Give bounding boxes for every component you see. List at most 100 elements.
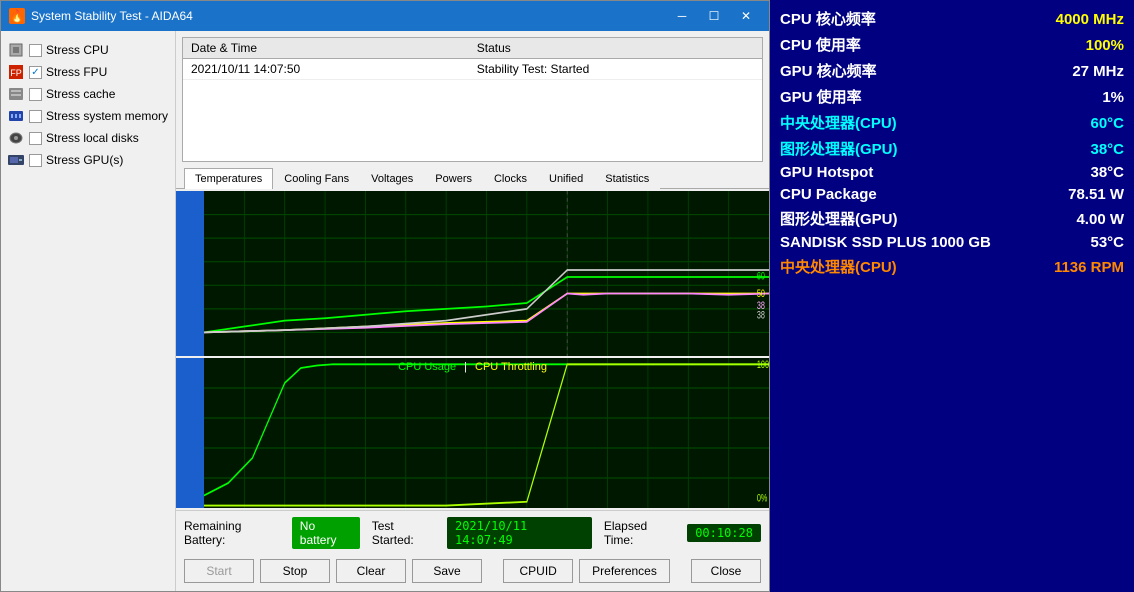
title-bar: 🔥 System Stability Test - AIDA64 ─ ☐ ✕ [1,1,769,31]
close-button[interactable]: Close [691,559,761,583]
stress-cache-checkbox[interactable] [29,88,42,101]
cpu-icon [7,41,25,59]
disk-icon [7,129,25,147]
title-bar-left: 🔥 System Stability Test - AIDA64 [9,8,193,24]
stat-row-3: GPU 使用率 1% [780,84,1124,109]
stat-label-8: 图形处理器(GPU) [780,208,898,229]
svg-text:100%: 100% [757,358,769,371]
test-started-label: Test Started: [372,519,435,547]
tab-powers[interactable]: Powers [424,168,483,189]
col-status: Status [469,38,762,59]
stat-row-7: CPU Package 78.51 W [780,184,1124,205]
stress-fpu-checkbox[interactable] [29,66,42,79]
stress-fpu-label: Stress FPU [46,65,107,79]
stat-label-5: 图形处理器(GPU) [780,138,898,159]
stat-value-4: 60°C [1090,115,1124,132]
status-bar: Remaining Battery: No battery Test Start… [176,510,769,555]
elapsed-label: Elapsed Time: [604,519,675,547]
stress-memory-item: Stress system memory [5,105,171,127]
battery-label: Remaining Battery: [184,519,280,547]
stat-row-6: GPU Hotspot 38°C [780,162,1124,183]
svg-text:38: 38 [757,309,765,321]
app-icon: 🔥 [9,8,25,24]
stop-button[interactable]: Stop [260,559,330,583]
tab-cooling-fans[interactable]: Cooling Fans [273,168,360,189]
elapsed-value: 00:10:28 [687,524,761,542]
stress-disk-checkbox[interactable] [29,132,42,145]
tab-unified[interactable]: Unified [538,168,594,189]
stat-label-4: 中央处理器(CPU) [780,112,897,133]
minimize-button[interactable]: ─ [667,6,697,26]
stress-cpu-label: Stress CPU [46,43,109,57]
stress-memory-checkbox[interactable] [29,110,42,123]
stat-value-10: 1136 RPM [1054,259,1124,276]
window-controls: ─ ☐ ✕ [667,6,761,26]
temperature-graph: 115°C 0°C 14:07:49 ☑ Motherboard ☑ CPU [176,191,769,356]
stat-value-8: 4.00 W [1076,211,1124,228]
cpu-graph-svg: 100% 0% [204,358,769,508]
log-datetime: 2021/10/11 14:07:50 [183,59,469,80]
tab-clocks[interactable]: Clocks [483,168,538,189]
stress-gpu-label: Stress GPU(s) [46,153,123,167]
stress-disk-label: Stress local disks [46,131,139,145]
gpu-icon [7,151,25,169]
stat-label-10: 中央处理器(CPU) [780,256,897,277]
tab-temperatures[interactable]: Temperatures [184,168,273,189]
cpu-usage-label: CPU Usage [398,361,456,373]
test-started-value: 2021/10/11 14:07:49 [447,517,592,549]
clear-button[interactable]: Clear [336,559,406,583]
stat-label-7: CPU Package [780,186,877,203]
stat-value-1: 100% [1086,37,1124,54]
tab-voltages[interactable]: Voltages [360,168,424,189]
stat-label-0: CPU 核心频率 [780,8,876,29]
preferences-button[interactable]: Preferences [579,559,670,583]
stat-label-9: SANDISK SSD PLUS 1000 GB [780,234,991,251]
memory-icon [7,107,25,125]
stress-gpu-item: Stress GPU(s) [5,149,171,171]
stress-cache-label: Stress cache [46,87,115,101]
tabs-bar: Temperatures Cooling Fans Voltages Power… [176,168,769,189]
stat-label-1: CPU 使用率 [780,34,861,55]
stat-value-7: 78.51 W [1068,186,1124,203]
stat-row-5: 图形处理器(GPU) 38°C [780,136,1124,161]
svg-text:FP: FP [10,68,22,78]
stat-value-6: 38°C [1090,164,1124,181]
cpu-legend: CPU Usage | CPU Throttling [398,361,547,373]
cpu-throttle-label: CPU Throttling [475,361,547,373]
stat-row-8: 图形处理器(GPU) 4.00 W [780,206,1124,231]
stress-cpu-item: Stress CPU [5,39,171,61]
svg-text:60: 60 [757,270,765,282]
cache-icon [7,85,25,103]
stat-row-9: SANDISK SSD PLUS 1000 GB 53°C [780,232,1124,253]
stress-memory-label: Stress system memory [46,109,168,123]
stats-panel: CPU 核心频率 4000 MHz CPU 使用率 100% GPU 核心频率 … [770,0,1134,592]
bottom-buttons: Start Stop Clear Save CPUID Preferences … [176,555,769,591]
start-button[interactable]: Start [184,559,254,583]
tab-statistics[interactable]: Statistics [594,168,660,189]
stress-cache-item: Stress cache [5,83,171,105]
close-window-button[interactable]: ✕ [731,6,761,26]
stress-gpu-checkbox[interactable] [29,154,42,167]
graph-area: 115°C 0°C 14:07:49 ☑ Motherboard ☑ CPU [176,189,769,510]
stat-row-10: 中央处理器(CPU) 1136 RPM [780,254,1124,279]
content-area: Stress CPU FP Stress FPU Stress cache [1,31,769,591]
stat-value-3: 1% [1102,89,1124,106]
stat-label-2: GPU 核心频率 [780,60,877,81]
stat-label-6: GPU Hotspot [780,164,873,181]
col-datetime: Date & Time [183,38,469,59]
stress-disk-item: Stress local disks [5,127,171,149]
cpu-usage-graph: 100% 0% 100% 0% CPU Usage | CPU Throttli… [176,358,769,508]
stat-value-2: 27 MHz [1072,63,1124,80]
cpuid-button[interactable]: CPUID [503,559,573,583]
main-window: 🔥 System Stability Test - AIDA64 ─ ☐ ✕ S… [0,0,770,592]
save-button[interactable]: Save [412,559,482,583]
stat-row-4: 中央处理器(CPU) 60°C [780,110,1124,135]
battery-value: No battery [292,517,360,549]
log-table-container: Date & Time Status 2021/10/11 14:07:50 S… [182,37,763,162]
fpu-icon: FP [7,63,25,81]
stat-row-0: CPU 核心频率 4000 MHz [780,6,1124,31]
stat-label-3: GPU 使用率 [780,86,862,107]
maximize-button[interactable]: ☐ [699,6,729,26]
stress-cpu-checkbox[interactable] [29,44,42,57]
temp-graph-svg: 60 50 38 38 [204,191,769,356]
